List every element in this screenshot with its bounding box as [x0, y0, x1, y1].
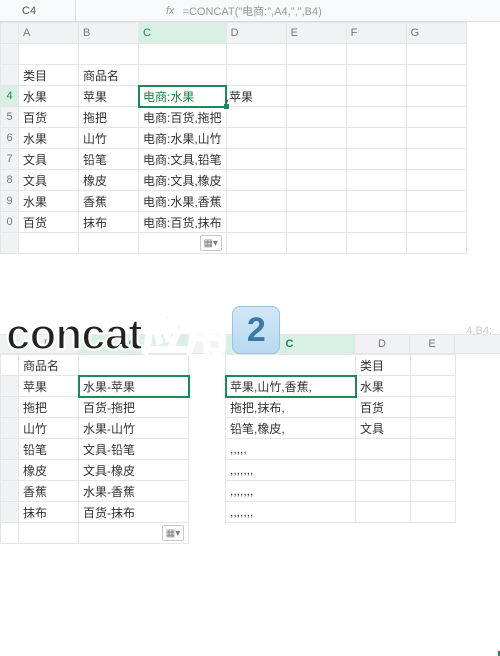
formula-bar: C4 fx =CONCAT("电商:",A4,",",B4) [0, 0, 500, 22]
cell[interactable]: 商品名 [79, 65, 139, 86]
cell[interactable]: 铅笔 [79, 149, 139, 170]
cell[interactable]: 百货 [19, 212, 79, 233]
cell[interactable]: 文具 [356, 418, 411, 439]
cell[interactable]: 电商:文具,橡皮 [139, 170, 227, 191]
row-header[interactable] [1, 65, 19, 86]
row-header[interactable] [1, 439, 19, 460]
cell[interactable]: ,,,,,,, [226, 460, 356, 481]
smart-fill-icon[interactable]: ▦▾ [162, 525, 184, 541]
row-header[interactable]: 9 [1, 191, 19, 212]
cell[interactable]: 电商:水果,山竹 [139, 128, 227, 149]
cell[interactable]: 百货 [19, 107, 79, 128]
cell[interactable] [356, 502, 411, 523]
row-header[interactable]: 5 [1, 107, 19, 128]
cell[interactable]: 水果-香蕉 [79, 481, 189, 502]
row-header[interactable] [1, 481, 19, 502]
cell[interactable]: 苹果,山竹,香蕉, [226, 376, 356, 397]
cell: 类目 [356, 355, 411, 376]
cell[interactable]: 香蕉 [79, 191, 139, 212]
cell[interactable]: 百货 [356, 397, 411, 418]
cell[interactable]: 橡皮 [19, 460, 79, 481]
fx-icon[interactable]: fx [166, 5, 175, 17]
cell[interactable]: 文具 [19, 149, 79, 170]
row-header[interactable] [1, 502, 19, 523]
row-header[interactable] [1, 418, 19, 439]
row-header[interactable]: 7 [1, 149, 19, 170]
cell[interactable]: 电商:水果,香蕉 [139, 191, 227, 212]
cell[interactable] [356, 460, 411, 481]
cell[interactable]: 山竹 [19, 418, 79, 439]
spreadsheet-top[interactable]: A B C D E F G 类目 商品名 4 水果 苹果 电商:水果,苹果 5 … [0, 22, 467, 254]
cell[interactable]: 水果-苹果 [79, 376, 189, 397]
cell[interactable]: ,,,,,,, [226, 481, 356, 502]
row-header[interactable]: 6 [1, 128, 19, 149]
cell[interactable]: 拖把,抹布, [226, 397, 356, 418]
row-header[interactable] [1, 397, 19, 418]
cell[interactable]: 抹布 [79, 212, 139, 233]
cell[interactable]: 橡皮 [79, 170, 139, 191]
cell[interactable]: 铅笔,橡皮, [226, 418, 356, 439]
cell[interactable]: 百货-抹布 [79, 502, 189, 523]
col-header-a[interactable]: A [19, 23, 79, 44]
cell[interactable]: 水果-山竹 [79, 418, 189, 439]
col-header-c[interactable]: C [139, 23, 227, 44]
cell[interactable]: 文具-橡皮 [79, 460, 189, 481]
cell[interactable]: 水果 [19, 128, 79, 149]
row-header[interactable] [1, 460, 19, 481]
cell[interactable]: 电商:水果,苹果 [139, 86, 227, 107]
cell[interactable]: 电商:文具,铅笔 [139, 149, 227, 170]
col-header-g[interactable]: G [406, 23, 466, 44]
cell[interactable]: 抹布 [19, 502, 79, 523]
formula-input[interactable]: =CONCAT("电商:",A4,",",B4) [183, 3, 322, 19]
row-header[interactable]: 0 [1, 212, 19, 233]
cell[interactable] [356, 439, 411, 460]
cell[interactable] [356, 481, 411, 502]
title-number-badge: 2 [232, 306, 280, 354]
cell[interactable]: 拖把 [79, 107, 139, 128]
ghost-tooltip: 4,B4: [466, 325, 492, 337]
cell[interactable]: 类目 [19, 65, 79, 86]
cell[interactable]: 苹果 [19, 376, 79, 397]
col-header-d[interactable]: D [226, 23, 286, 44]
col-header-f[interactable]: F [346, 23, 406, 44]
cell[interactable]: 水果 [19, 191, 79, 212]
cell[interactable]: ,,,,, [226, 439, 356, 460]
cell[interactable]: 拖把 [19, 397, 79, 418]
row-header[interactable]: 4 [1, 86, 19, 107]
row-header[interactable]: 8 [1, 170, 19, 191]
title-text: concat应用 [6, 298, 228, 362]
row-header[interactable] [1, 376, 19, 397]
cell[interactable]: 水果 [356, 376, 411, 397]
cell[interactable]: 文具-铅笔 [79, 439, 189, 460]
cell[interactable]: 水果 [19, 86, 79, 107]
cell[interactable]: 电商:百货,拖把 [139, 107, 227, 128]
select-all-corner[interactable] [1, 23, 19, 44]
cell[interactable]: 电商:百货,抹布 [139, 212, 227, 233]
spreadsheet-bottom-right[interactable]: 类目 苹果,山竹,香蕉, 水果 拖把,抹布, 百货 铅笔,橡皮, 文具 ,,,,… [225, 354, 456, 523]
cell[interactable]: 文具 [19, 170, 79, 191]
smart-fill-icon[interactable]: ▦▾ [200, 235, 222, 251]
col-header-e[interactable]: E [286, 23, 346, 44]
col-header-b[interactable]: B [79, 23, 139, 44]
cell[interactable]: ,,,,,,, [226, 502, 356, 523]
cell[interactable]: 百货-拖把 [79, 397, 189, 418]
title-overlay: concat应用 2 [6, 298, 280, 362]
cell[interactable]: 苹果 [79, 86, 139, 107]
cell[interactable]: 香蕉 [19, 481, 79, 502]
cell[interactable]: 山竹 [79, 128, 139, 149]
name-box[interactable]: C4 [0, 0, 76, 21]
spreadsheet-bottom-left[interactable]: 商品名 苹果 水果-苹果 拖把 百货-拖把 山竹 水果-山竹 铅笔 文具-铅笔 … [0, 354, 189, 544]
cell[interactable]: 铅笔 [19, 439, 79, 460]
row-header[interactable] [1, 44, 19, 65]
